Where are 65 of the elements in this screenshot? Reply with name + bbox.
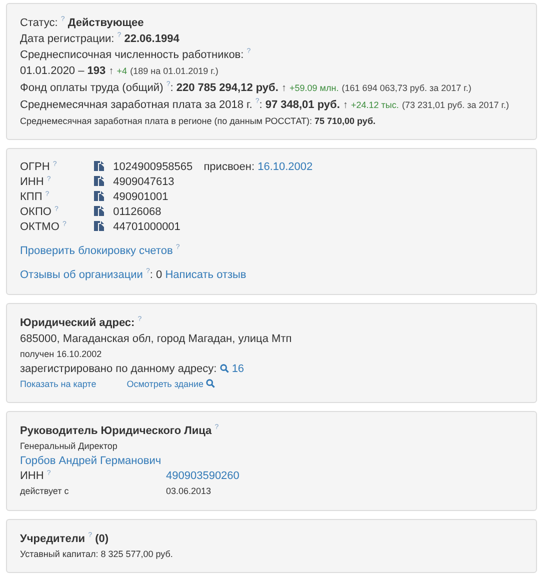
value-text: Действующее (68, 17, 144, 29)
link[interactable]: 490903590260 (166, 470, 240, 482)
text: ОГРН (20, 161, 50, 173)
value-text: Юридический адрес: (20, 317, 135, 329)
text: Фонд оплаты труда (общий) (20, 82, 164, 94)
note-text: (73 231,01 руб. за 2017 г.) (402, 100, 509, 110)
link[interactable]: Проверить блокировку счетов (20, 245, 173, 257)
text: 4909047613 (113, 176, 174, 188)
text: 03.06.2013 (166, 486, 212, 496)
copy-icon[interactable] (94, 220, 104, 231)
link[interactable]: Отзывы об организации (20, 269, 143, 281)
change-text: +59.09 млн. (290, 83, 339, 93)
text: ИНН (20, 470, 44, 482)
text: КПП (20, 191, 42, 203)
text: Генеральный Директор (20, 441, 118, 451)
change-text: +24.12 тыс. (351, 100, 399, 110)
text: ОКТМО (20, 221, 60, 233)
copy-icon[interactable] (94, 160, 104, 171)
value-text: 220 785 294,12 руб. (176, 82, 278, 94)
text: Среднемесячная заработная плата в регионе (по данным РОССТАТ): (20, 116, 312, 126)
link[interactable]: Горбов Андрей Германович (20, 455, 162, 467)
change-text: +4 (116, 66, 128, 76)
colon: : (259, 99, 262, 111)
link[interactable]: Показать на карте (20, 379, 96, 389)
text: Дата регистрации: (20, 33, 114, 45)
value-text: 22.06.1994 (124, 33, 180, 45)
text: 01126068 (113, 206, 162, 218)
value-text: 75 710,00 руб. (314, 116, 376, 126)
text: 1024900958565 (113, 161, 193, 173)
note-text: (189 на 01.01.2019 г.) (130, 66, 218, 76)
copy-icon[interactable] (94, 175, 104, 186)
text: 490901001 (113, 191, 168, 203)
text: Статус: (20, 17, 58, 29)
link[interactable]: 16.10.2002 (258, 161, 313, 173)
text: получен 16.10.2002 (20, 349, 102, 359)
up-arrow: ↑ (281, 83, 286, 94)
colon: : (150, 269, 153, 281)
text: 0 (156, 269, 162, 281)
text: 01.01.2020 – (20, 65, 84, 77)
text: Уставный капитал: 8 325 577,00 руб. (20, 549, 173, 559)
text: ОКПО (20, 206, 52, 218)
copy-icon[interactable] (94, 205, 104, 216)
note-text: (161 694 063,73 руб. за 2017 г.) (342, 83, 472, 93)
search-link[interactable]: 16 (220, 363, 244, 375)
text: 44701000001 (113, 221, 180, 233)
text: 685000, Магаданская обл, город Магадан, улица Мтп (20, 333, 292, 345)
value-text: Руководитель Юридического Лица (20, 425, 212, 437)
up-arrow: ↑ (108, 66, 114, 77)
search-icon (206, 379, 216, 388)
search-icon (220, 364, 229, 373)
value-text: (0) (95, 533, 109, 545)
text: ИНН (20, 176, 44, 188)
colon: : (170, 82, 174, 94)
assigned-label: присвоен: (204, 161, 255, 173)
text: Среднемесячная заработная плата за 2018 г. (20, 99, 252, 111)
copy-icon[interactable] (94, 190, 104, 201)
text: действует с (20, 486, 69, 496)
link[interactable]: Написать отзыв (165, 269, 246, 281)
text: зарегистрировано по данному адресу: (20, 363, 217, 375)
text: Среднесписочная численность работников: (20, 49, 244, 61)
value-text: 97 348,01 руб. (265, 99, 340, 111)
value-text: 193 (87, 65, 106, 77)
value-text: Учредители (20, 533, 86, 545)
search-link[interactable]: Осмотреть здание (126, 379, 216, 389)
up-arrow: ↑ (342, 100, 348, 111)
